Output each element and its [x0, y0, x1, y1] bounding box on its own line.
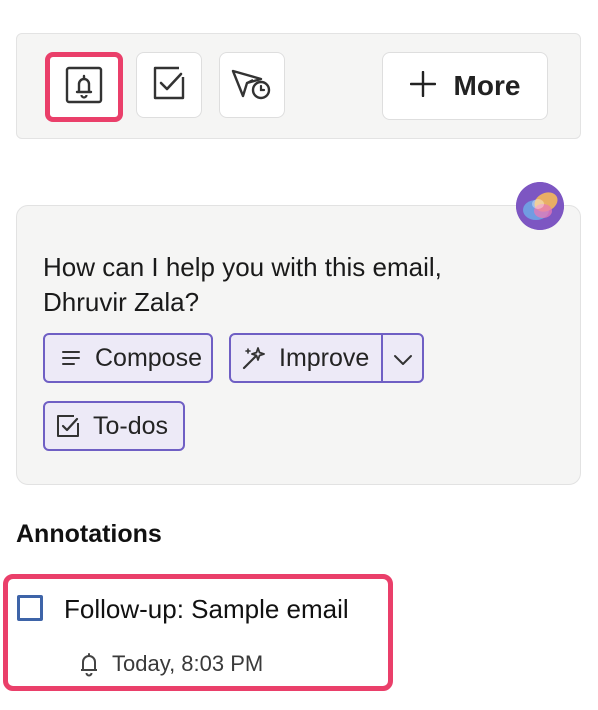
more-label: More	[453, 70, 521, 101]
reading-pane-sidebar: More How can I help you with this email,…	[0, 0, 598, 710]
copilot-prompt-line2: Dhruvir Zala?	[43, 287, 200, 317]
copilot-prompt: How can I help you with this email, Dhru…	[43, 250, 543, 320]
annotation-reminder-time: Today, 8:03 PM	[112, 651, 264, 676]
task-checkbox-icon	[149, 63, 189, 108]
reminder-bell-icon	[63, 64, 105, 111]
copilot-card: How can I help you with this email, Dhru…	[16, 205, 581, 485]
magic-wand-icon	[241, 345, 267, 371]
more-button[interactable]: More	[382, 52, 548, 120]
lines-icon	[61, 350, 81, 366]
checkbox-icon	[55, 413, 81, 439]
improve-button[interactable]: Improve	[229, 333, 424, 383]
reminder-button[interactable]	[45, 52, 123, 122]
copilot-prompt-line1: How can I help you with this email,	[43, 252, 442, 282]
improve-label: Improve	[279, 343, 370, 372]
compose-label: Compose	[95, 343, 202, 372]
annotation-text[interactable]: Follow-up: Sample email	[64, 594, 349, 625]
bell-icon	[76, 651, 102, 677]
action-toolbar: More	[16, 33, 581, 139]
improve-dropdown-button[interactable]	[383, 335, 422, 381]
task-button[interactable]	[136, 52, 202, 118]
todos-button[interactable]: To-dos	[43, 401, 185, 451]
compose-button[interactable]: Compose	[43, 333, 213, 383]
chevron-down-icon	[393, 344, 413, 373]
scheduled-send-button[interactable]	[219, 52, 285, 118]
todos-label: To-dos	[93, 411, 169, 440]
annotations-heading: Annotations	[16, 520, 162, 548]
plus-icon	[409, 69, 436, 103]
copilot-avatar-icon[interactable]	[516, 182, 564, 230]
annotation-checkbox[interactable]	[17, 595, 43, 621]
scheduled-send-icon	[229, 63, 275, 108]
